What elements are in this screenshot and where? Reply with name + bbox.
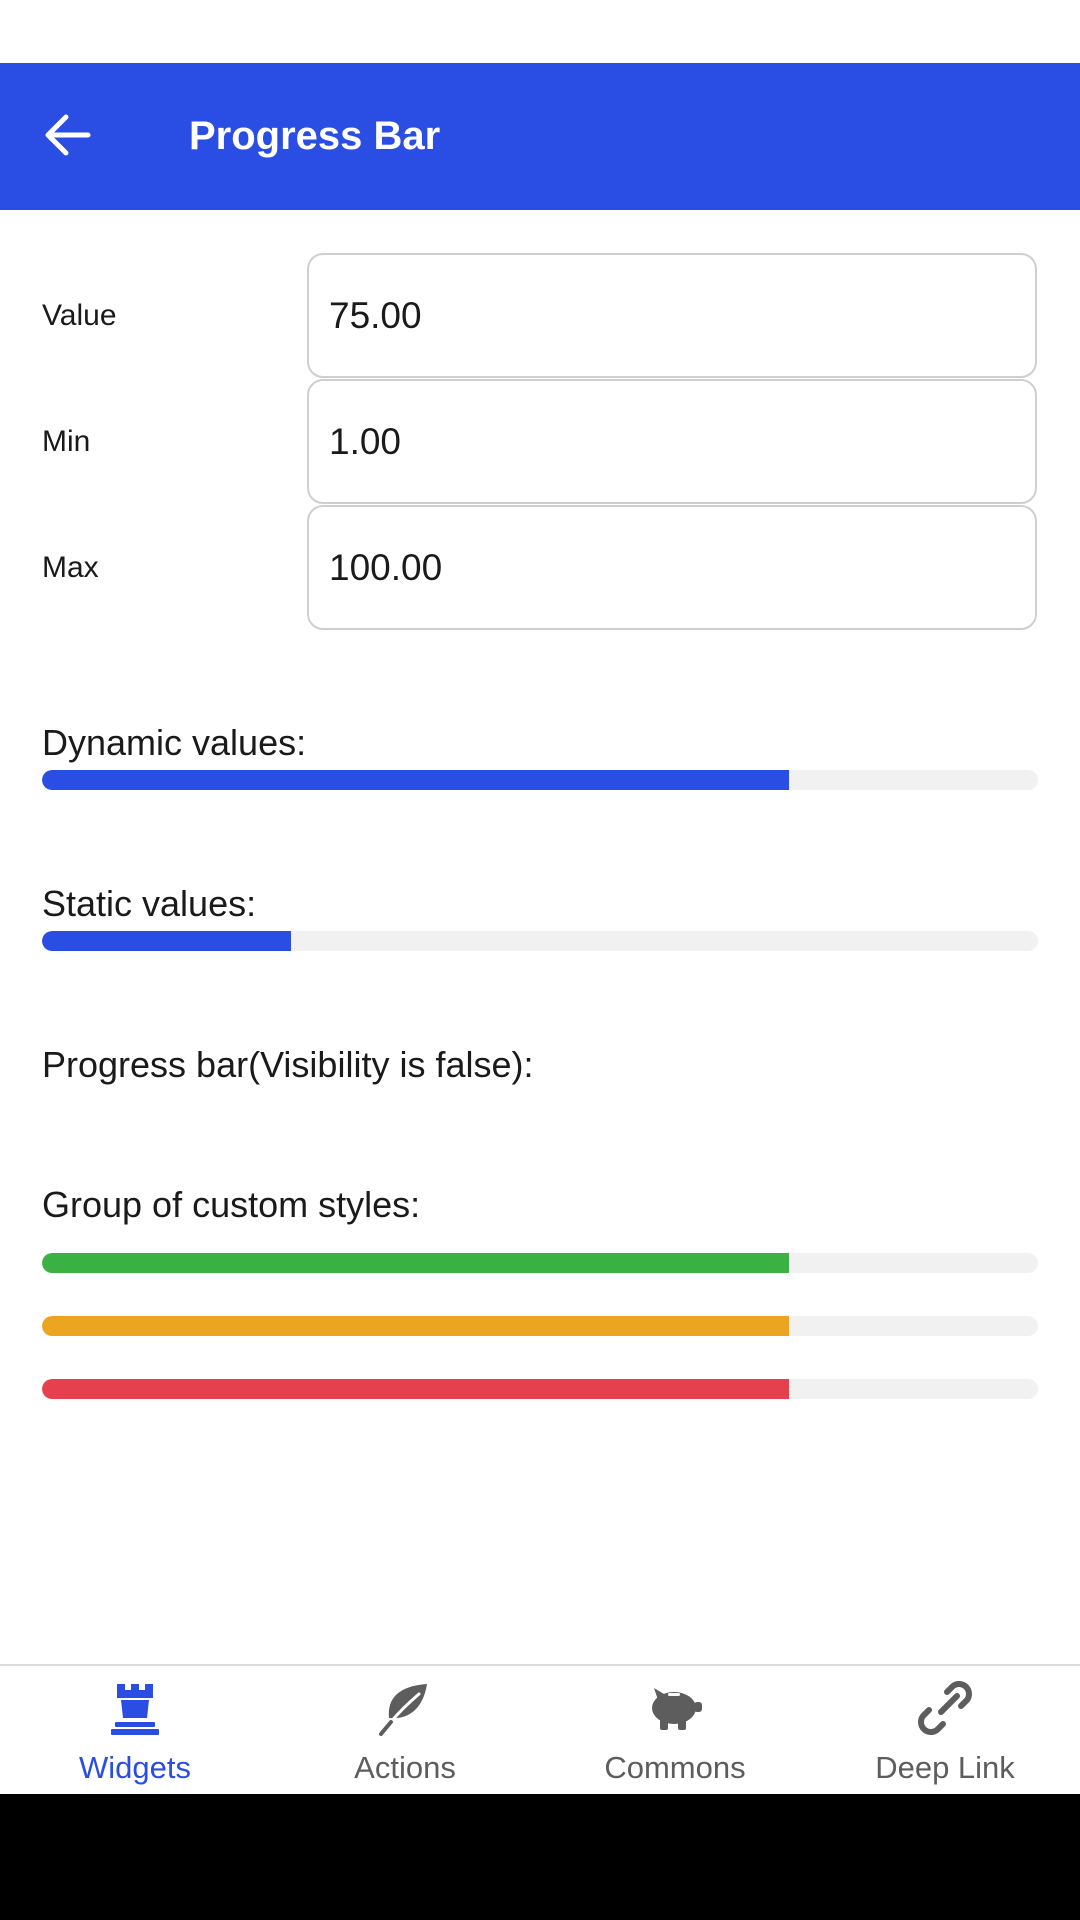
screen: Progress Bar Value Min Max Dynamic value…: [0, 0, 1080, 1920]
value-row: Value: [0, 253, 1080, 378]
max-input[interactable]: [307, 505, 1037, 630]
static-values-label: Static values:: [42, 883, 257, 924]
nav-item-commons[interactable]: Commons: [540, 1666, 810, 1794]
bottom-nav: Widgets Actions Commons Deep Link: [0, 1666, 1080, 1794]
hidden-progress-label: Progress bar(Visibility is false):: [42, 1044, 534, 1085]
custom-styles-label: Group of custom styles:: [42, 1184, 421, 1225]
orange-progress-bar: [42, 1316, 1038, 1336]
dynamic-values-label: Dynamic values:: [42, 722, 307, 763]
max-row: Max: [0, 505, 1080, 630]
link-icon: [915, 1678, 975, 1738]
nav-label-deep-link: Deep Link: [875, 1750, 1015, 1785]
arrow-left-icon: [44, 113, 92, 162]
nav-item-actions[interactable]: Actions: [270, 1666, 540, 1794]
app-bar: Progress Bar: [0, 63, 1080, 210]
orange-progress-fill: [42, 1316, 789, 1336]
red-progress-fill: [42, 1379, 789, 1399]
nav-label-widgets: Widgets: [79, 1750, 191, 1785]
static-progress-bar: [42, 931, 1038, 951]
min-label: Min: [42, 425, 91, 458]
green-progress-fill: [42, 1253, 789, 1273]
nav-label-actions: Actions: [354, 1750, 456, 1785]
chess-rook-icon: [105, 1678, 165, 1738]
nav-label-commons: Commons: [604, 1750, 746, 1785]
nav-item-widgets[interactable]: Widgets: [0, 1666, 270, 1794]
green-progress-bar: [42, 1253, 1038, 1273]
red-progress-bar: [42, 1379, 1038, 1399]
status-bar: [0, 0, 1080, 63]
max-label: Max: [42, 551, 99, 584]
leaf-icon: [375, 1678, 435, 1738]
min-row: Min: [0, 379, 1080, 504]
piggy-bank-icon: [645, 1678, 705, 1738]
system-navigation-bar: [0, 1794, 1080, 1920]
page-title: Progress Bar: [189, 114, 441, 158]
static-progress-fill: [42, 931, 291, 951]
dynamic-progress-fill: [42, 770, 789, 790]
value-label: Value: [42, 299, 117, 332]
nav-item-deep-link[interactable]: Deep Link: [810, 1666, 1080, 1794]
value-input[interactable]: [307, 253, 1037, 378]
min-input[interactable]: [307, 379, 1037, 504]
back-button[interactable]: [30, 102, 106, 172]
dynamic-progress-bar: [42, 770, 1038, 790]
